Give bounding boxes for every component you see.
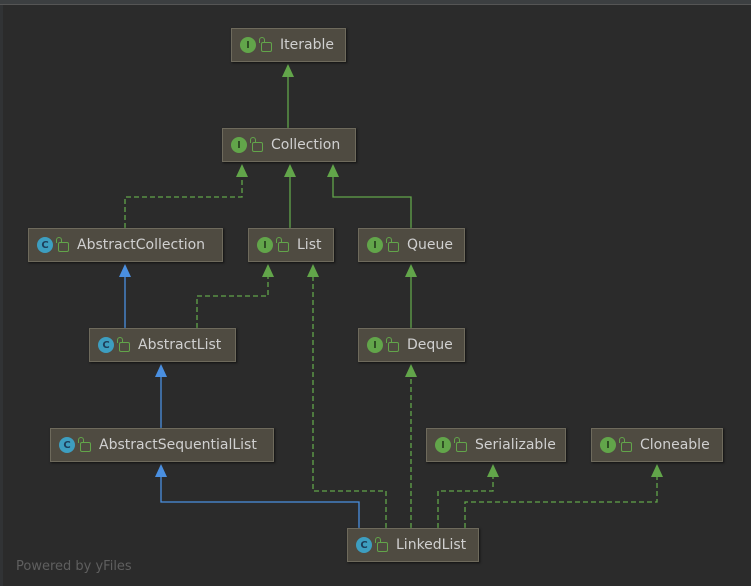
arrowhead xyxy=(327,164,339,177)
interface-icon: I xyxy=(367,237,383,253)
powered-by-label: Powered by yFiles xyxy=(16,559,132,574)
edge-deque-to-queue xyxy=(405,264,417,328)
arrowhead xyxy=(405,364,417,377)
interface-icon: I xyxy=(240,37,256,53)
edge-collection-to-iterable xyxy=(282,64,294,128)
public-visibility-icon xyxy=(386,237,399,252)
arrowhead xyxy=(307,264,319,277)
public-visibility-icon xyxy=(375,537,388,552)
arrowhead xyxy=(262,264,274,277)
node-deque[interactable]: I Deque xyxy=(358,328,465,362)
class-icon: C xyxy=(59,437,75,453)
node-label: AbstractList xyxy=(138,337,222,353)
interface-icon: I xyxy=(435,437,451,453)
public-visibility-icon xyxy=(276,237,289,252)
node-linkedlist[interactable]: C LinkedList xyxy=(347,528,479,562)
edge-abstractcollection-to-collection xyxy=(124,164,248,228)
node-label: Cloneable xyxy=(640,437,710,453)
node-abstractcollection[interactable]: C AbstractCollection xyxy=(28,228,223,262)
edge-abstractlist-to-abstractcollection xyxy=(119,264,131,328)
interface-icon: I xyxy=(367,337,383,353)
node-abstractlist[interactable]: C AbstractList xyxy=(89,328,236,362)
node-serializable[interactable]: I Serializable xyxy=(426,428,566,462)
node-queue[interactable]: I Queue xyxy=(358,228,465,262)
edge-abstractsequentiallist-to-abstractlist xyxy=(155,364,167,428)
arrowhead xyxy=(405,264,417,277)
arrowhead xyxy=(284,164,296,177)
node-label: AbstractSequentialList xyxy=(99,437,257,453)
public-visibility-icon xyxy=(386,337,399,352)
node-cloneable[interactable]: I Cloneable xyxy=(591,428,723,462)
public-visibility-icon xyxy=(454,437,467,452)
interface-icon: I xyxy=(600,437,616,453)
node-label: Deque xyxy=(407,337,453,353)
public-visibility-icon xyxy=(56,237,69,252)
class-icon: C xyxy=(37,237,53,253)
edge-queue-to-collection xyxy=(327,164,412,228)
interface-icon: I xyxy=(257,237,273,253)
arrowhead xyxy=(651,464,663,477)
node-label: Iterable xyxy=(280,37,334,53)
edges-layer xyxy=(119,64,663,528)
class-icon: C xyxy=(98,337,114,353)
node-label: LinkedList xyxy=(396,537,467,553)
edge-abstractlist-to-list xyxy=(196,264,274,328)
public-visibility-icon xyxy=(78,437,91,452)
edge-linkedlist-to-list xyxy=(307,264,387,528)
node-label: List xyxy=(297,237,322,253)
arrowhead xyxy=(236,164,248,177)
interface-icon: I xyxy=(231,137,247,153)
node-list[interactable]: I List xyxy=(248,228,334,262)
node-label: Collection xyxy=(271,137,341,153)
edge-linkedlist-to-deque xyxy=(405,364,417,528)
node-label: Serializable xyxy=(475,437,556,453)
node-label: AbstractCollection xyxy=(77,237,206,253)
node-iterable[interactable]: I Iterable xyxy=(231,28,346,62)
edge-linkedlist-to-abstractsequentiallist xyxy=(155,464,360,528)
arrowhead xyxy=(155,364,167,377)
node-label: Queue xyxy=(407,237,453,253)
arrowhead xyxy=(282,64,294,77)
edge-list-to-collection xyxy=(284,164,296,228)
node-abstractsequentiallist[interactable]: C AbstractSequentialList xyxy=(50,428,274,462)
arrowhead xyxy=(119,264,131,277)
public-visibility-icon xyxy=(117,337,130,352)
node-collection[interactable]: I Collection xyxy=(222,128,356,162)
arrowhead xyxy=(155,464,167,477)
public-visibility-icon xyxy=(259,37,272,52)
class-icon: C xyxy=(356,537,372,553)
edge-linkedlist-to-serializable xyxy=(437,464,499,528)
public-visibility-icon xyxy=(619,437,632,452)
arrowhead xyxy=(487,464,499,477)
public-visibility-icon xyxy=(250,137,263,152)
